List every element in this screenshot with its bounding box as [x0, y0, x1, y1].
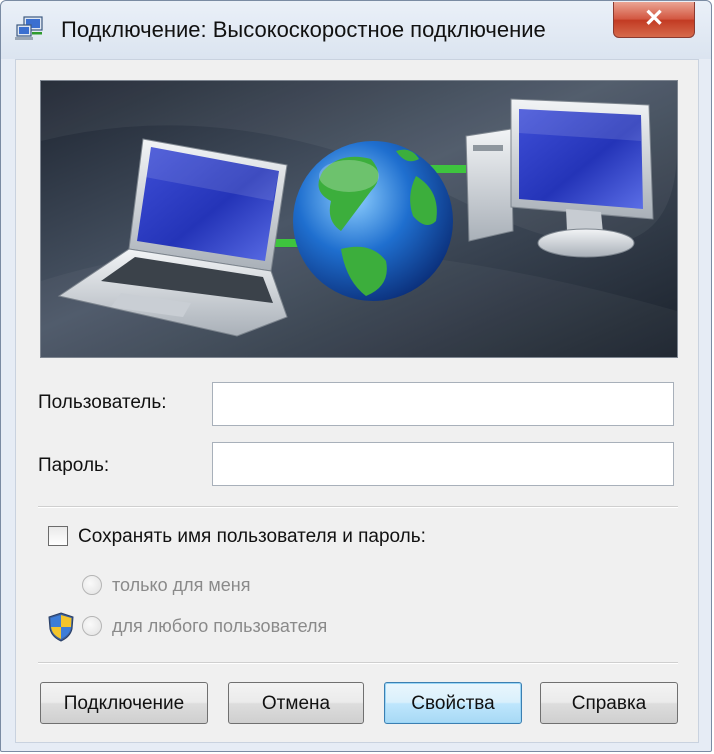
help-button[interactable]: Справка: [540, 682, 678, 724]
password-input[interactable]: [212, 442, 674, 486]
cancel-button[interactable]: Отмена: [228, 682, 364, 724]
user-label: Пользователь:: [38, 392, 167, 413]
radio-any-user-label: для любого пользователя: [112, 616, 328, 636]
save-credentials-label[interactable]: Сохранять имя пользователя и пароль:: [78, 526, 426, 548]
close-icon: ✕: [643, 5, 665, 32]
radio-only-me-label: только для меня: [112, 575, 251, 595]
radio-any-user[interactable]: [82, 616, 102, 636]
password-label: Пароль:: [38, 455, 110, 476]
separator-top: [38, 506, 678, 508]
radio-only-me[interactable]: [82, 575, 102, 595]
network-connection-icon: [15, 16, 43, 40]
save-credentials-checkbox[interactable]: [48, 526, 68, 546]
banner-illustration: [41, 81, 677, 357]
uac-shield-icon: [48, 612, 74, 642]
title-bar[interactable]: Подключение: Высокоскоростное подключени…: [1, 1, 711, 59]
properties-button[interactable]: Свойства: [384, 682, 522, 724]
window-title: Подключение: Высокоскоростное подключени…: [61, 17, 546, 42]
close-button[interactable]: ✕: [613, 2, 695, 38]
separator-bottom: [38, 662, 678, 664]
connect-button[interactable]: Подключение: [40, 682, 208, 724]
connection-banner: [40, 80, 678, 358]
user-input[interactable]: [212, 382, 674, 426]
globe-icon: [293, 141, 453, 301]
